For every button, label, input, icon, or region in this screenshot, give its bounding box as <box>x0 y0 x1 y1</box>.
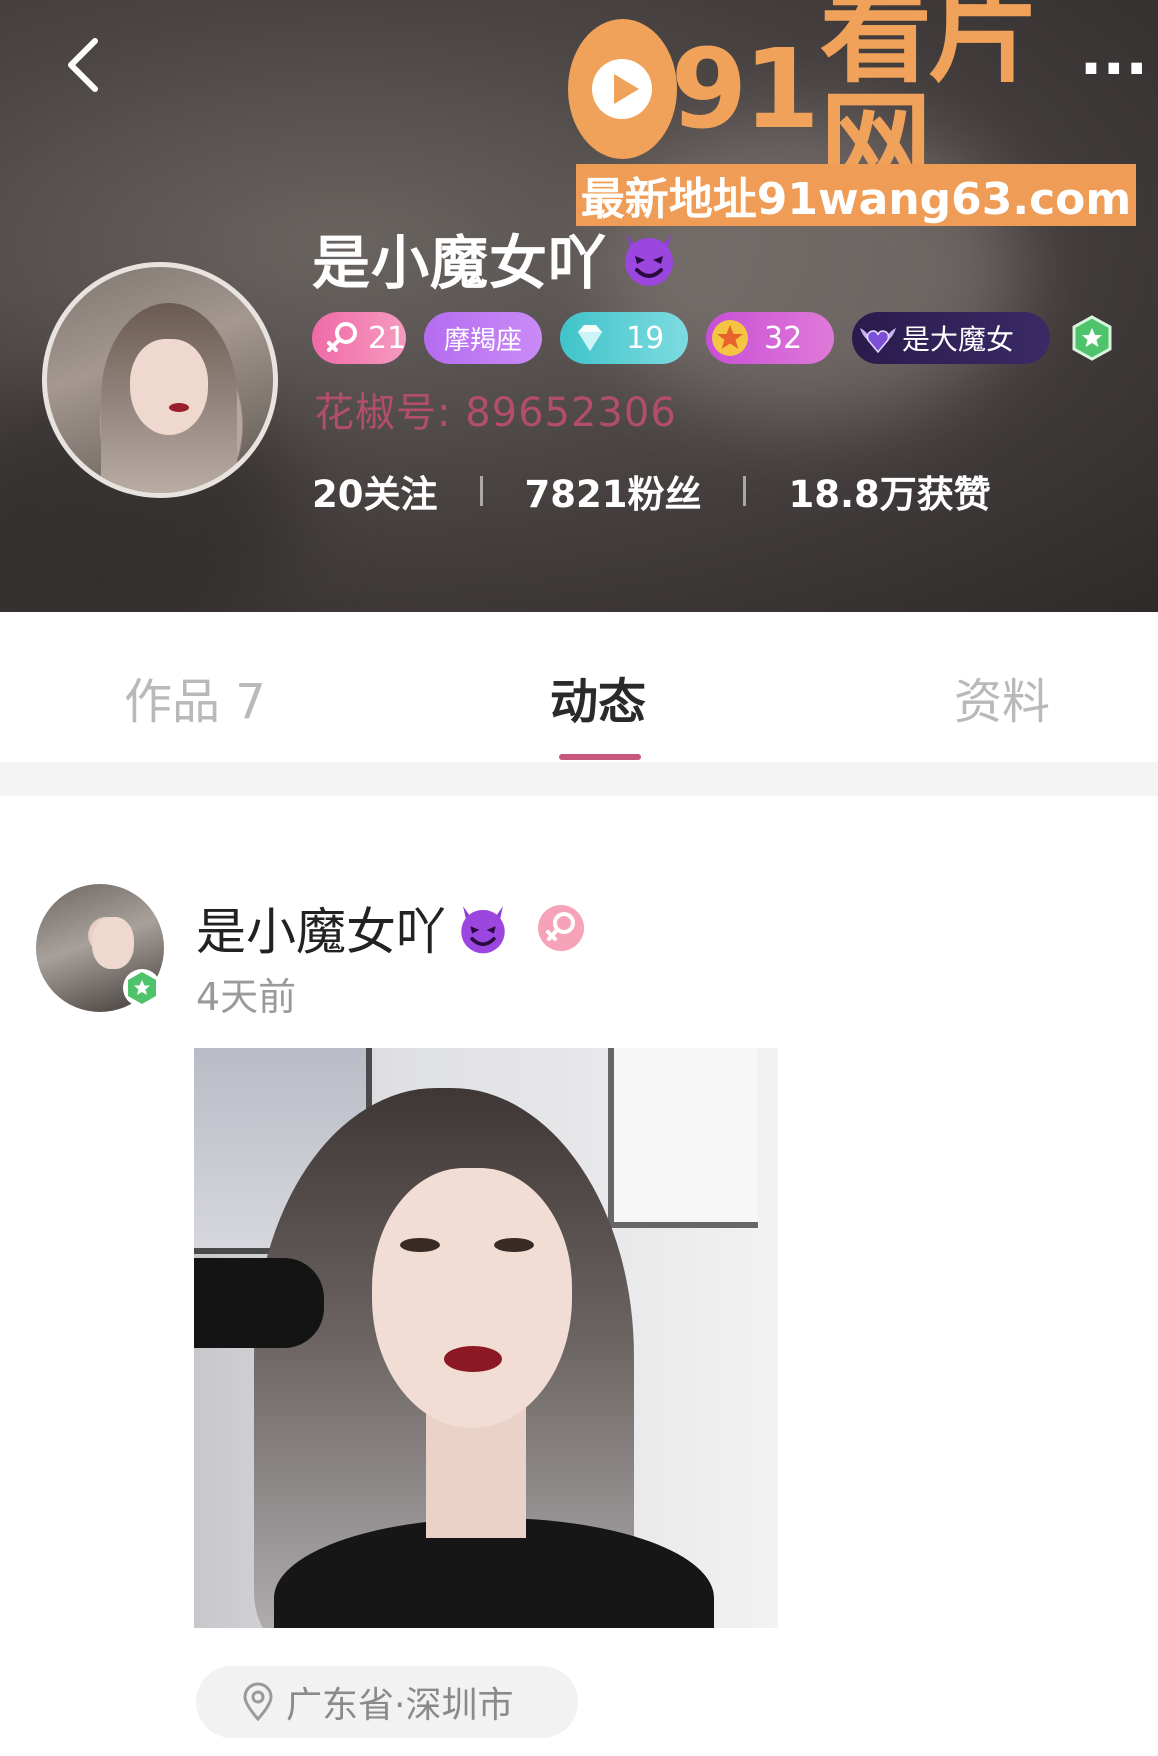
gender-age-badge[interactable]: 21 <box>312 312 406 364</box>
location-pin-icon <box>243 1682 273 1722</box>
avatar-face <box>92 917 135 970</box>
age-value: 21 <box>368 320 407 356</box>
female-icon <box>538 905 584 951</box>
avatar-lips <box>169 402 190 412</box>
devil-icon <box>461 906 505 954</box>
nickname-row: 是小魔女吖 <box>312 216 681 300</box>
watermark-brand-prefix: 91 <box>670 25 820 153</box>
huajiao-id: 花椒号: 89652306 <box>314 390 677 436</box>
feed-post: 是小魔女吖 4天前 广东省·深圳市 <box>0 796 1158 1756</box>
fans-count[interactable]: 7821粉丝 <box>525 464 702 518</box>
verified-hexagon-icon <box>123 969 161 1007</box>
watermark: 91 看片网 ··· 最新地址91wang63.com <box>568 0 1148 234</box>
photo-face <box>372 1168 572 1428</box>
stats-row: 20关注 7821粉丝 18.8万获赞 <box>312 464 991 518</box>
post-photo[interactable] <box>194 1048 778 1628</box>
section-divider <box>0 762 1158 796</box>
star-level-badge[interactable]: 32 <box>706 312 834 364</box>
diamond-level-value: 19 <box>626 320 665 356</box>
tab-feed[interactable]: 动态 <box>550 662 646 732</box>
stat-divider <box>743 476 747 506</box>
photo-lips <box>444 1346 502 1372</box>
zodiac-label: 摩羯座 <box>443 325 522 356</box>
tab-works[interactable]: 作品 7 <box>124 662 266 732</box>
star-level-value: 32 <box>764 320 803 356</box>
location-tag[interactable]: 广东省·深圳市 <box>196 1666 578 1738</box>
following-count[interactable]: 20关注 <box>312 464 438 518</box>
profile-avatar[interactable] <box>42 262 278 498</box>
avatar-face <box>130 339 208 436</box>
female-icon <box>327 322 357 352</box>
photo-wall-frame <box>608 1048 758 1228</box>
star-icon <box>712 320 748 356</box>
active-tab-indicator <box>559 754 641 760</box>
title-label: 是大魔女 <box>902 323 1015 356</box>
profile-nickname: 是小魔女吖 <box>312 229 608 297</box>
chevron-left-icon <box>68 38 98 92</box>
winged-heart-icon <box>860 328 896 354</box>
likes-count: 18.8万获赞 <box>788 473 991 516</box>
post-timestamp: 4天前 <box>196 975 297 1019</box>
title-badge[interactable]: 是大魔女 <box>852 312 1050 364</box>
photo-eye <box>494 1238 534 1252</box>
watermark-logo: 91 看片网 ··· <box>568 0 1148 201</box>
profile-tabs: 作品 7 动态 资料 <box>0 612 1158 762</box>
diamond-level-badge[interactable]: 19 <box>560 312 688 364</box>
play-icon <box>568 19 677 159</box>
profile-header: 91 看片网 ··· 最新地址91wang63.com 是小魔女吖 21 摩羯座… <box>0 0 1158 612</box>
zodiac-badge[interactable]: 摩羯座 <box>424 312 542 364</box>
stat-divider <box>479 476 483 506</box>
photo-arm <box>194 1258 324 1348</box>
photo-eye <box>400 1238 440 1252</box>
diamond-icon <box>578 325 602 351</box>
location-label: 广东省·深圳市 <box>286 1685 514 1726</box>
back-button[interactable] <box>48 30 118 100</box>
devil-icon <box>625 234 674 286</box>
verified-hexagon-icon[interactable] <box>1068 314 1116 362</box>
more-icon[interactable]: ··· <box>1080 34 1148 104</box>
tab-profile-info[interactable]: 资料 <box>954 662 1050 732</box>
badges-row: 21 摩羯座 19 32 是大魔女 <box>312 312 1116 364</box>
post-author-name[interactable]: 是小魔女吖 <box>196 892 446 964</box>
post-author-row: 是小魔女吖 <box>196 892 586 964</box>
